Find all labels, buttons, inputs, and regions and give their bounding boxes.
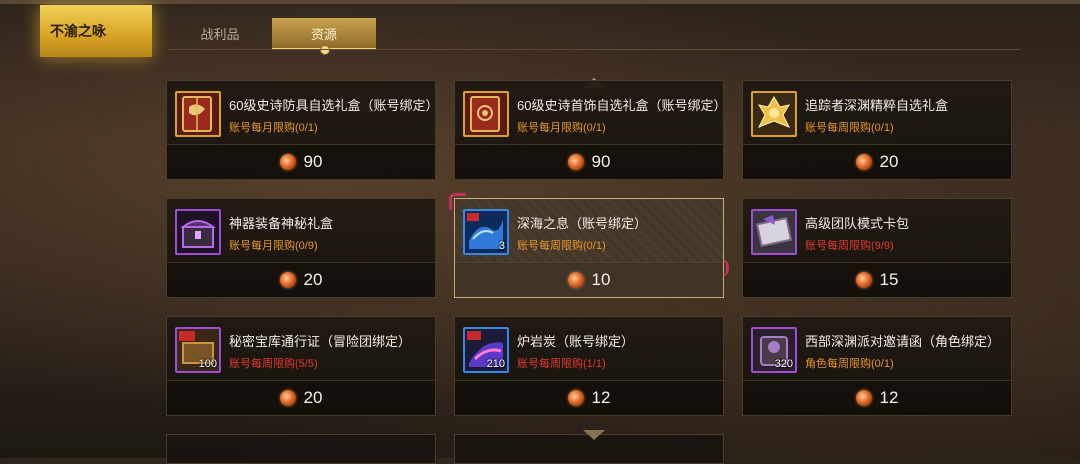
purple-chest-icon [175, 209, 221, 255]
furnace-coal-icon: 210 [463, 327, 509, 373]
shop-item-card[interactable]: 60级史诗防具自选礼盒（账号绑定） 账号每月限购(0/1) 90 [166, 80, 439, 180]
shop-item-card[interactable]: 追踪者深渊精粹自选礼盒 账号每周限购(0/1) 20 [742, 80, 1012, 180]
currency-icon [855, 390, 872, 406]
item-count: 320 [774, 358, 793, 370]
page-title: 不渝之咏 [40, 5, 152, 57]
shop-item-card[interactable]: 320 西部深渊派对邀请函（角色绑定） 角色每周限购(0/1) 12 [742, 316, 1012, 416]
price-value: 12 [879, 388, 899, 407]
purchase-limit: 角色每周限购(0/1) [805, 358, 894, 370]
currency-icon [279, 272, 296, 288]
currency-icon [567, 272, 584, 288]
tab-divider [168, 49, 1020, 50]
price-value: 20 [879, 152, 899, 171]
shop-item-card[interactable]: 100 秘密宝库通行证（冒险团绑定） 账号每周限购(5/5) 20 [166, 316, 436, 416]
shop-item-card[interactable]: 210 炉岩炭（账号绑定） 账号每周限购(1/1) 12 [454, 316, 724, 416]
shop-item-card[interactable]: 60级史诗首饰自选礼盒（账号绑定） 账号每月限购(0/1) 90 [454, 80, 727, 180]
shop-item-card-selected[interactable]: 3 深海之息（账号绑定） 账号每周限购(0/1) 10 [449, 193, 729, 298]
price-value: 90 [591, 152, 611, 171]
price-value: 90 [303, 152, 323, 171]
item-count: 210 [486, 358, 505, 370]
purchase-limit: 账号每月限购(0/1) [229, 122, 318, 134]
price-row: 20 [167, 262, 435, 297]
blue-wave-icon: 3 [463, 209, 509, 255]
scroll-down-icon[interactable] [583, 430, 605, 440]
price-row: 15 [743, 262, 1011, 297]
invitation-icon: 320 [751, 327, 797, 373]
red-book-gift-icon [175, 91, 221, 137]
purchase-limit: 账号每月限购(0/1) [517, 122, 606, 134]
golden-crystal-icon [751, 91, 797, 137]
currency-icon [567, 390, 584, 406]
item-name: 神器装备神秘礼盒 [229, 216, 334, 231]
shop-item-card[interactable]: 高级团队模式卡包 账号每周限购(9/9) 15 [742, 198, 1012, 298]
price-row: 90 [455, 144, 723, 179]
card-pack-icon [751, 209, 797, 255]
item-name: 60级史诗防具自选礼盒（账号绑定） [229, 98, 439, 113]
purchase-limit: 账号每周限购(5/5) [229, 358, 318, 370]
tab-resources[interactable]: 资源 [272, 18, 376, 55]
item-name: 60级史诗首饰自选礼盒（账号绑定） [517, 98, 727, 113]
purchase-limit: 账号每周限购(0/1) [805, 122, 894, 134]
price-row: 12 [455, 380, 723, 415]
currency-icon [279, 154, 296, 170]
purchase-limit: 账号每周限购(0/1) [517, 240, 606, 252]
price-value: 10 [591, 270, 611, 289]
item-count: 100 [198, 358, 217, 370]
currency-icon [279, 390, 296, 406]
vault-pass-icon: 100 [175, 327, 221, 373]
currency-icon [855, 272, 872, 288]
price-value: 20 [303, 388, 323, 407]
tab-loot[interactable]: 战利品 [168, 18, 272, 48]
currency-icon [855, 154, 872, 170]
price-value: 20 [303, 270, 323, 289]
shop-item-card-partial[interactable] [166, 434, 436, 464]
item-name: 高级团队模式卡包 [805, 216, 910, 231]
purchase-limit: 账号每月限购(0/9) [229, 240, 318, 252]
tab-bar: 战利品 资源 [168, 18, 376, 55]
purchase-limit: 账号每周限购(1/1) [517, 358, 606, 370]
item-count: 3 [498, 240, 505, 252]
item-name: 秘密宝库通行证（冒险团绑定） [229, 334, 412, 349]
price-row: 20 [743, 144, 1011, 179]
currency-icon [567, 154, 584, 170]
item-name: 深海之息（账号绑定） [517, 216, 648, 231]
top-border [0, 0, 1080, 4]
item-name: 炉岩炭（账号绑定） [517, 334, 635, 349]
price-value: 15 [879, 270, 899, 289]
price-row: 12 [743, 380, 1011, 415]
tab-resources-label: 资源 [310, 26, 337, 42]
price-row: 20 [167, 380, 435, 415]
active-tab-dot-icon [320, 45, 330, 55]
price-row: 90 [167, 144, 435, 179]
price-row: 10 [455, 262, 723, 297]
red-book-gift-icon [463, 91, 509, 137]
purchase-limit: 账号每周限购(9/9) [805, 240, 894, 252]
item-name: 西部深渊派对邀请函（角色绑定） [805, 334, 1001, 349]
shop-item-card[interactable]: 神器装备神秘礼盒 账号每月限购(0/9) 20 [166, 198, 436, 298]
price-value: 12 [591, 388, 611, 407]
item-name: 追踪者深渊精粹自选礼盒 [805, 98, 949, 113]
